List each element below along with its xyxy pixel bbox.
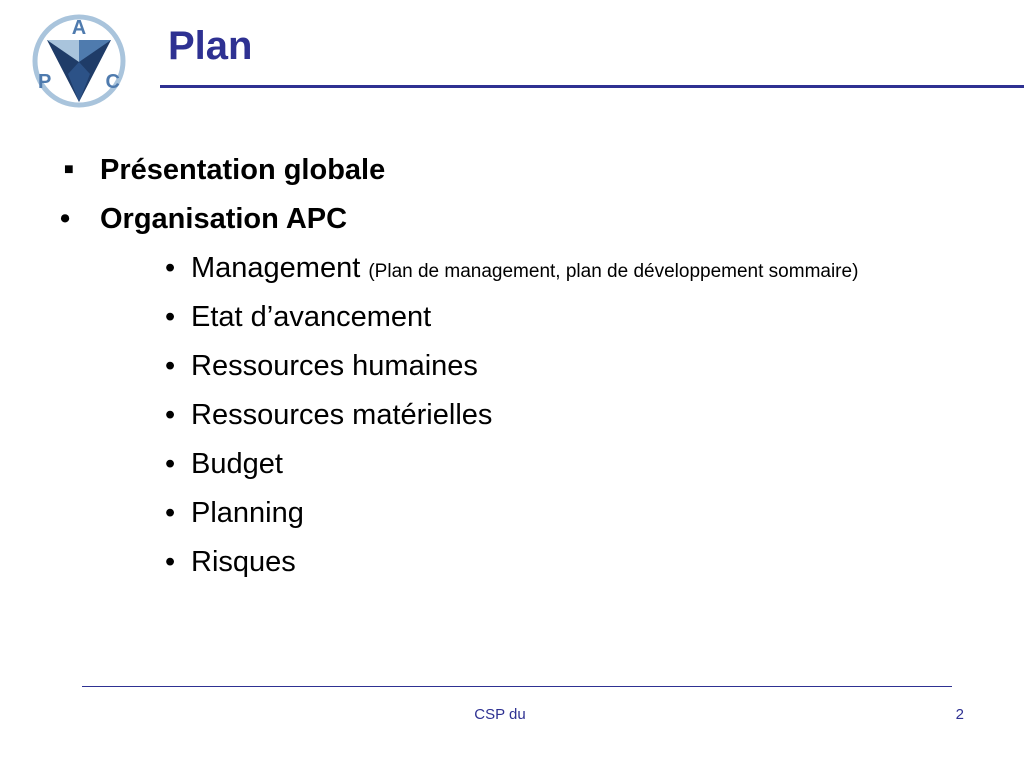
sub-bullet-ressources-materielles: • Ressources matérielles — [165, 397, 492, 433]
bullet-text: Budget — [191, 448, 283, 480]
sub-bullet-management: • Management (Plan de management, plan de… — [165, 250, 858, 290]
bullet-text: Ressources matérielles — [191, 399, 493, 431]
dot-bullet-icon: • — [165, 448, 176, 480]
bullet-text: Ressources humaines — [191, 350, 478, 382]
dot-bullet-icon: • — [60, 203, 71, 235]
bullet-note: (Plan de management, plan de développeme… — [368, 261, 859, 282]
bullet-text: Management — [191, 252, 361, 284]
sub-bullet-etat: • Etat d’avancement — [165, 299, 431, 335]
square-bullet-icon: ■ — [64, 161, 74, 178]
bullet-item-presentation: ■ Présentation globale — [60, 152, 385, 188]
dot-bullet-icon: • — [165, 546, 176, 578]
dot-bullet-icon: • — [165, 350, 176, 382]
footer-divider — [82, 686, 952, 687]
slide-title: Plan — [168, 24, 253, 68]
logo-letter-p: P — [38, 71, 51, 93]
dot-bullet-icon: • — [165, 301, 176, 333]
title-divider — [160, 85, 1024, 88]
bullet-item-organisation: • Organisation APC — [60, 201, 347, 237]
bullet-text: Etat d’avancement — [191, 301, 432, 333]
sub-bullet-ressources-humaines: • Ressources humaines — [165, 348, 478, 384]
sub-bullet-risques: • Risques — [165, 544, 296, 580]
page-number: 2 — [955, 706, 964, 723]
logo-letter-c: C — [106, 71, 120, 93]
bullet-text: Organisation APC — [100, 203, 348, 235]
dot-bullet-icon: • — [165, 252, 176, 284]
bullet-text: Planning — [191, 497, 304, 529]
apc-logo: A P C — [32, 14, 126, 108]
bullet-text: Présentation globale — [100, 154, 386, 186]
dot-bullet-icon: • — [165, 497, 176, 529]
sub-bullet-planning: • Planning — [165, 495, 304, 531]
bullet-text: Risques — [191, 546, 296, 578]
logo-letter-a: A — [72, 17, 86, 39]
dot-bullet-icon: • — [165, 399, 176, 431]
footer-text: CSP du — [474, 706, 526, 723]
sub-bullet-budget: • Budget — [165, 446, 283, 482]
